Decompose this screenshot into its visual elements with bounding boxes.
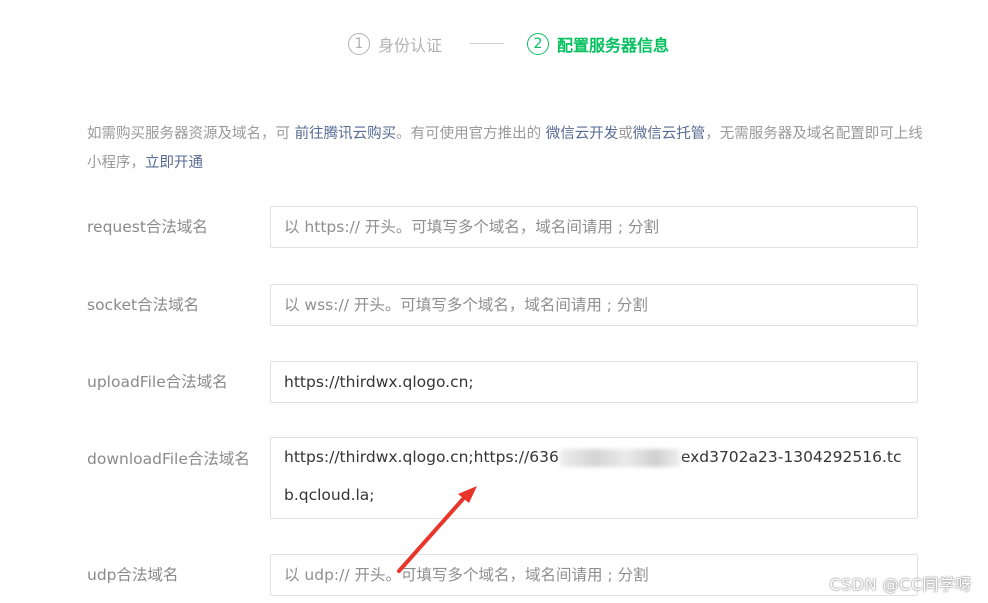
step-number: 2 — [527, 33, 549, 55]
downloadfile-domain-label: downloadFile合法域名 — [87, 450, 250, 468]
csdn-watermark: CSDN @CC同学呀 — [829, 575, 972, 594]
step-label: 身份认证 — [378, 36, 443, 55]
input-placeholder: 以 https:// 开头。可填写多个域名，域名间请用 ; 分割 — [284, 218, 659, 236]
purchase-notice: 如需购买服务器资源及域名，可 前往腾讯云购买。有可使用官方推出的 微信云开发或微… — [87, 120, 927, 178]
step-identity-verification: 1 身份认证 — [348, 32, 442, 56]
udp-domain-label: udp合法域名 — [87, 566, 179, 584]
step-divider — [470, 43, 504, 44]
notice-text: 或 — [618, 126, 633, 142]
wechat-cloud-dev-link[interactable]: 微信云开发 — [546, 126, 619, 142]
tencent-cloud-purchase-link[interactable]: 前往腾讯云购买 — [295, 126, 397, 142]
request-domain-label: request合法域名 — [87, 218, 208, 236]
step-label: 配置服务器信息 — [557, 36, 670, 55]
input-value-start: https://thirdwx.qlogo.cn;https://636 — [284, 448, 559, 466]
uploadfile-domain-input[interactable]: https://thirdwx.qlogo.cn; — [270, 361, 918, 403]
notice-text: 如需购买服务器资源及域名，可 — [87, 126, 295, 142]
input-value: https://thirdwx.qlogo.cn; — [284, 373, 474, 391]
wechat-cloud-hosting-link[interactable]: 微信云托管 — [633, 126, 706, 142]
uploadfile-domain-label: uploadFile合法域名 — [87, 373, 228, 391]
udp-domain-input[interactable]: 以 udp:// 开头。可填写多个域名，域名间请用 ; 分割 — [270, 554, 918, 596]
input-placeholder: 以 udp:// 开头。可填写多个域名，域名间请用 ; 分割 — [284, 566, 649, 584]
stepper: 1 身份认证 2 配置服务器信息 — [0, 30, 988, 58]
step-configure-server: 2 配置服务器信息 — [527, 32, 669, 56]
socket-domain-label: socket合法域名 — [87, 296, 200, 314]
socket-domain-input[interactable]: 以 wss:// 开头。可填写多个域名，域名间请用 ; 分割 — [270, 284, 918, 326]
server-config-page: 1 身份认证 2 配置服务器信息 如需购买服务器资源及域名，可 前往腾讯云购买。… — [0, 0, 988, 603]
notice-text: 。有可使用官方推出的 — [396, 126, 546, 142]
activate-now-link[interactable]: 立即开通 — [145, 155, 203, 171]
request-domain-input[interactable]: 以 https:// 开头。可填写多个域名，域名间请用 ; 分割 — [270, 206, 918, 248]
input-placeholder: 以 wss:// 开头。可填写多个域名，域名间请用 ; 分割 — [284, 296, 648, 314]
downloadfile-domain-input[interactable]: https://thirdwx.qlogo.cn;https://636 exd3… — [270, 437, 918, 519]
redacted-blur — [559, 448, 680, 467]
step-number: 1 — [348, 33, 370, 55]
